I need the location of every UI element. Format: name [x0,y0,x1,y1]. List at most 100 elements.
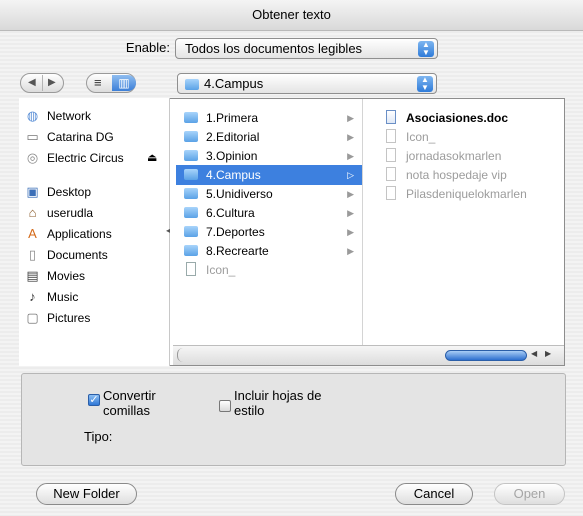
folder-icon [184,169,198,180]
sidebar-item-userudla[interactable]: ⌂ userudla [19,203,169,223]
hard-drive-icon: ▭ [26,129,39,144]
convert-quotes-label-line2: comillas [103,403,150,418]
sidebar-item-desktop[interactable]: ▣ Desktop [19,182,169,202]
new-folder-button[interactable]: New Folder [36,483,137,505]
folder-icon [185,79,199,90]
list-item-label: Icon_ [406,130,436,144]
column-view-button[interactable]: ▥ [112,75,136,91]
scroll-track-start [177,348,184,362]
view-mode-control: ≡ ▥ [86,73,136,93]
popup-arrows-icon: ▲ ▼ [417,76,433,92]
forward-button[interactable]: ▶ [48,74,56,92]
disclosure-arrow-icon: ▶ [347,132,354,142]
document-icon [386,186,396,200]
convert-quotes-checkbox[interactable]: ✓ [88,394,100,406]
document-icon [186,262,196,276]
list-item[interactable]: 2.Editorial ▶ [176,127,362,147]
list-item[interactable]: 7.Deportes ▶ [176,222,362,242]
home-icon: ⌂ [28,205,37,220]
list-item[interactable]: 3.Opinion ▶ [176,146,362,166]
dialog-window: Obtener texto Enable: Todos los document… [0,0,583,516]
list-item-label: 4.Campus [206,168,261,182]
list-item: jornadasokmarlen [380,146,560,166]
back-forward-control: ◀ ▶ [20,73,64,93]
document-icon [386,167,396,181]
sidebar-item-label: Catarina DG [47,130,114,144]
list-item-label: 3.Opinion [206,149,258,163]
cancel-button[interactable]: Cancel [395,483,473,505]
sidebar-item-documents[interactable]: ▯ Documents [19,245,169,265]
list-item[interactable]: 5.Unidiverso ▶ [176,184,362,204]
list-item-label: 1.Primera [206,111,259,125]
sidebar-item-applications[interactable]: A Applications [19,224,169,244]
sidebar-item-label: Applications [47,227,112,241]
scroll-left-arrow-icon[interactable]: ◀ [531,349,537,358]
horizontal-scrollbar[interactable]: ◀ ▶ [173,345,564,365]
list-item[interactable]: 6.Cultura ▶ [176,203,362,223]
word-document-icon [386,110,396,124]
sidebar-item-movies[interactable]: ▤ Movies [19,266,169,286]
sidebar-item-electric-circus[interactable]: ◎ Electric Circus ⏏ [19,148,169,168]
window-title: Obtener texto [0,0,583,31]
list-item-label: 5.Unidiverso [206,187,273,201]
movies-icon: ▤ [26,268,39,283]
enable-popup[interactable]: Todos los documentos legibles ▲ ▼ [175,38,438,59]
list-item: Pilasdeniquelokmarlen [380,184,560,204]
column-divider[interactable] [362,99,363,345]
list-item-label: 2.Editorial [206,130,260,144]
folder-icon [184,226,198,237]
sidebar-item-network[interactable]: ◍ Network [19,106,169,126]
disclosure-arrow-icon: ▶ [347,151,354,161]
include-styles-label: Incluir hojas de estilo [234,388,321,418]
list-item[interactable]: 8.Recrearte ▶ [176,241,362,261]
desktop-icon: ▣ [26,184,39,199]
documents-icon: ▯ [28,247,37,262]
scroll-thumb[interactable] [445,350,527,361]
list-item[interactable]: Asociasiones.doc [380,108,560,128]
disclosure-arrow-icon: ▶ [347,189,354,199]
eject-icon[interactable]: ⏏ [147,148,157,168]
sidebar-item-label: Pictures [47,311,91,325]
list-item-label: 6.Cultura [206,206,255,220]
convert-quotes-label: Convertir comillas [103,388,156,418]
pictures-icon: ▢ [26,310,39,325]
location-popup[interactable]: 4.Campus ▲ ▼ [177,73,437,94]
list-item-label: 8.Recrearte [206,244,269,258]
document-icon [386,148,396,162]
sidebar-item-music[interactable]: ♪ Music [19,287,169,307]
back-button[interactable]: ◀ [28,74,36,92]
disclosure-arrow-icon: ▶ [347,113,354,123]
network-icon: ◍ [26,108,39,123]
enable-popup-value: Todos los documentos legibles [185,41,363,56]
list-item: Icon_ [380,127,560,147]
include-styles-label-line1: Incluir hojas de [234,388,322,403]
sidebar-item-pictures[interactable]: ▢ Pictures [19,308,169,328]
document-icon [386,129,396,143]
convert-quotes-label-line1: Convertir [103,388,156,403]
location-value: 4.Campus [204,76,264,91]
sidebar: ◍ Network ▭ Catarina DG ◎ Electric Circu… [19,98,170,366]
sidebar-item-catarina-dg[interactable]: ▭ Catarina DG [19,127,169,147]
type-label: Tipo: [84,429,113,444]
sidebar-item-label: userudla [47,206,94,220]
sidebar-item-label: Documents [47,248,108,262]
scroll-right-arrow-icon[interactable]: ▶ [545,349,551,358]
folder-icon [184,245,198,256]
disclosure-arrow-icon: ▷ [347,170,354,180]
list-view-button[interactable]: ≡ [94,74,102,92]
folder-icon [184,150,198,161]
list-item: nota hospedaje vip [380,165,560,185]
popup-arrows-icon: ▲ ▼ [418,41,434,57]
include-styles-checkbox[interactable] [219,400,231,412]
list-item-label: 7.Deportes [206,225,265,239]
divider [42,75,43,91]
splitter-handle-icon[interactable]: ◂ [166,226,170,235]
list-item: Icon_ [176,260,362,280]
cd-icon: ◎ [26,150,39,165]
music-icon: ♪ [29,289,36,304]
list-item[interactable]: 1.Primera ▶ [176,108,362,128]
sidebar-item-label: Electric Circus [47,151,124,165]
list-item-selected[interactable]: 4.Campus ▷ [176,165,362,185]
sidebar-item-label: Movies [47,269,86,283]
open-button[interactable]: Open [494,483,565,505]
